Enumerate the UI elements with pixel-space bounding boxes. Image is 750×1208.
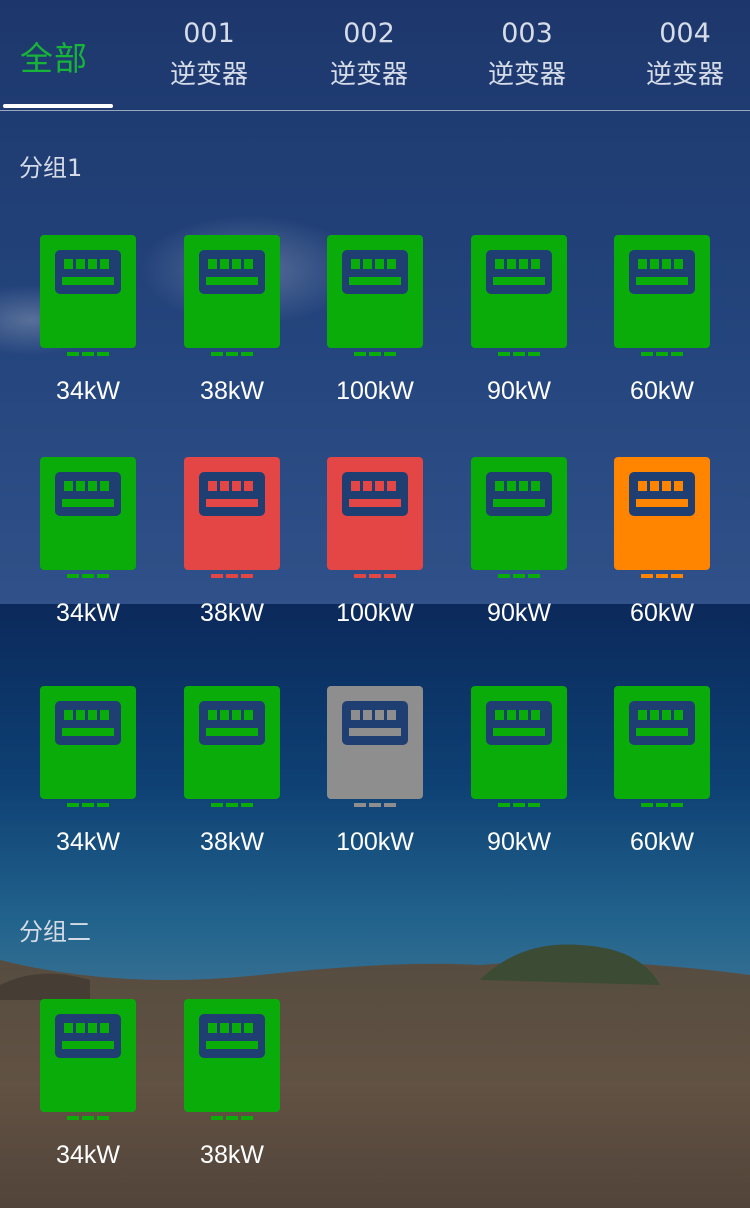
inverter-device[interactable]: 60kW: [592, 686, 732, 876]
device-power: 34kW: [56, 1141, 120, 1169]
inverter-device[interactable]: 38kW: [162, 235, 302, 425]
inverter-device[interactable]: 38kW: [162, 999, 302, 1189]
device-power: 34kW: [56, 599, 120, 627]
active-tab-indicator: [3, 104, 113, 108]
device-power: 100kW: [336, 599, 414, 627]
device-power: 90kW: [487, 377, 551, 405]
inverter-icon: [614, 457, 710, 578]
device-power: 38kW: [200, 828, 264, 856]
inverter-device[interactable]: 100kW: [305, 235, 445, 425]
inverter-device[interactable]: 100kW: [305, 686, 445, 876]
inverter-device[interactable]: 34kW: [18, 235, 158, 425]
inverter-icon: [327, 457, 423, 578]
inverter-device[interactable]: 60kW: [592, 235, 732, 425]
tab-number: 003: [501, 18, 553, 49]
group-title: 分组1: [19, 154, 83, 182]
inverter-tab-bar: 全部 001 逆变器 002 逆变器 003 逆变器 004 逆变器: [0, 0, 750, 111]
inverter-icon: [40, 999, 136, 1120]
tab-inverter-001[interactable]: 001 逆变器: [130, 0, 288, 108]
device-power: 38kW: [200, 377, 264, 405]
device-power: 38kW: [200, 1141, 264, 1169]
inverter-device[interactable]: 34kW: [18, 999, 158, 1189]
device-power: 34kW: [56, 377, 120, 405]
inverter-icon: [40, 235, 136, 356]
tab-number: 004: [659, 18, 711, 49]
device-power: 60kW: [630, 377, 694, 405]
group-title: 分组二: [19, 918, 91, 946]
tab-all-label: 全部: [20, 39, 88, 78]
inverter-icon: [40, 457, 136, 578]
inverter-icon: [184, 457, 280, 578]
inverter-icon: [327, 686, 423, 807]
device-power: 100kW: [336, 377, 414, 405]
tab-divider: [0, 110, 750, 111]
tab-label: 逆变器: [169, 60, 248, 90]
inverter-device[interactable]: 60kW: [592, 457, 732, 647]
inverter-icon: [40, 686, 136, 807]
inverter-icon: [184, 999, 280, 1120]
tab-all[interactable]: 全部: [0, 0, 113, 108]
device-power: 90kW: [487, 828, 551, 856]
tab-number: 001: [183, 18, 235, 49]
inverter-icon: [184, 235, 280, 356]
inverter-device[interactable]: 90kW: [449, 235, 589, 425]
tab-inverter-004[interactable]: 004 逆变器: [606, 0, 750, 108]
tab-label: 逆变器: [487, 60, 566, 90]
inverter-icon: [184, 686, 280, 807]
inverter-device[interactable]: 90kW: [449, 457, 589, 647]
inverter-icon: [614, 686, 710, 807]
inverter-device[interactable]: 34kW: [18, 457, 158, 647]
tab-inverter-002[interactable]: 002 逆变器: [290, 0, 448, 108]
inverter-device[interactable]: 38kW: [162, 457, 302, 647]
tab-inverter-003[interactable]: 003 逆变器: [448, 0, 606, 108]
inverter-device[interactable]: 100kW: [305, 457, 445, 647]
device-power: 60kW: [630, 828, 694, 856]
device-power: 38kW: [200, 599, 264, 627]
device-power: 34kW: [56, 828, 120, 856]
inverter-device[interactable]: 38kW: [162, 686, 302, 876]
inverter-icon: [471, 457, 567, 578]
inverter-device[interactable]: 34kW: [18, 686, 158, 876]
tab-label: 逆变器: [645, 60, 724, 90]
device-power: 100kW: [336, 828, 414, 856]
inverter-icon: [471, 686, 567, 807]
inverter-icon: [614, 235, 710, 356]
inverter-icon: [471, 235, 567, 356]
device-power: 60kW: [630, 599, 694, 627]
tab-number: 002: [343, 18, 395, 49]
inverter-device[interactable]: 90kW: [449, 686, 589, 876]
tab-label: 逆变器: [329, 60, 408, 90]
device-power: 90kW: [487, 599, 551, 627]
inverter-icon: [327, 235, 423, 356]
